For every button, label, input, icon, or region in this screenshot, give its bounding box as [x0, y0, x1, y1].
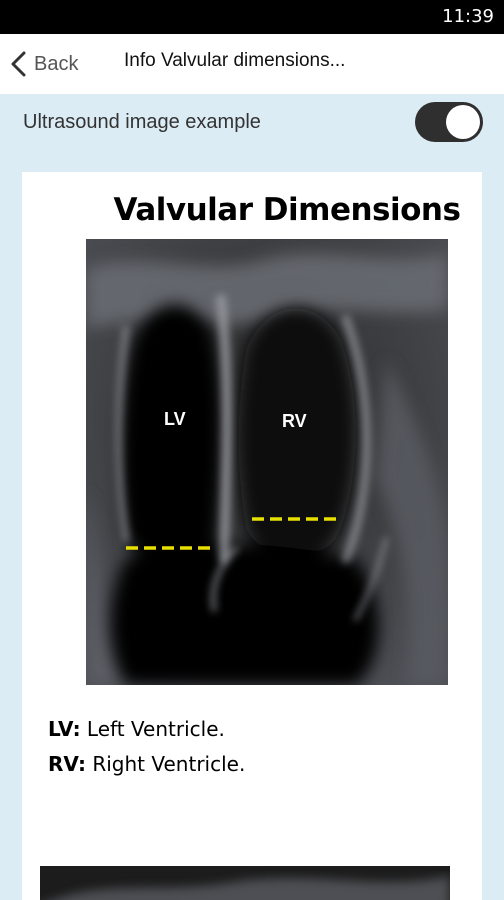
page-title: Info Valvular dimensions...	[124, 50, 346, 71]
navigation-bar: Back Info Valvular dimensions...	[0, 34, 504, 94]
ultrasound-illustration: LV RV	[86, 239, 448, 685]
status-time: 11:39	[442, 6, 494, 27]
legend-item-rv: RV: Right Ventricle.	[48, 752, 246, 776]
back-label: Back	[34, 52, 79, 75]
back-button[interactable]: Back	[10, 47, 78, 81]
ultrasound-example-toggle[interactable]	[415, 102, 483, 142]
lv-label: LV	[164, 409, 186, 429]
toggle-label: Ultrasound image example	[23, 111, 261, 133]
toggle-knob	[446, 105, 480, 139]
ultrasound-image: LV RV	[86, 239, 448, 685]
legend: LV: Left Ventricle. RV: Right Ventricle.	[48, 712, 245, 782]
second-ultrasound-image	[40, 866, 450, 900]
rv-label: RV	[282, 411, 307, 431]
content-card: Valvular Dimensions LV RV LV: Left Ventr…	[22, 172, 482, 900]
card-heading: Valvular Dimensions	[113, 192, 461, 228]
toggle-row: Ultrasound image example	[0, 94, 504, 154]
chevron-left-icon	[11, 51, 26, 77]
legend-item-lv: LV: Left Ventricle.	[48, 717, 225, 741]
status-bar: 11:39	[0, 0, 504, 34]
